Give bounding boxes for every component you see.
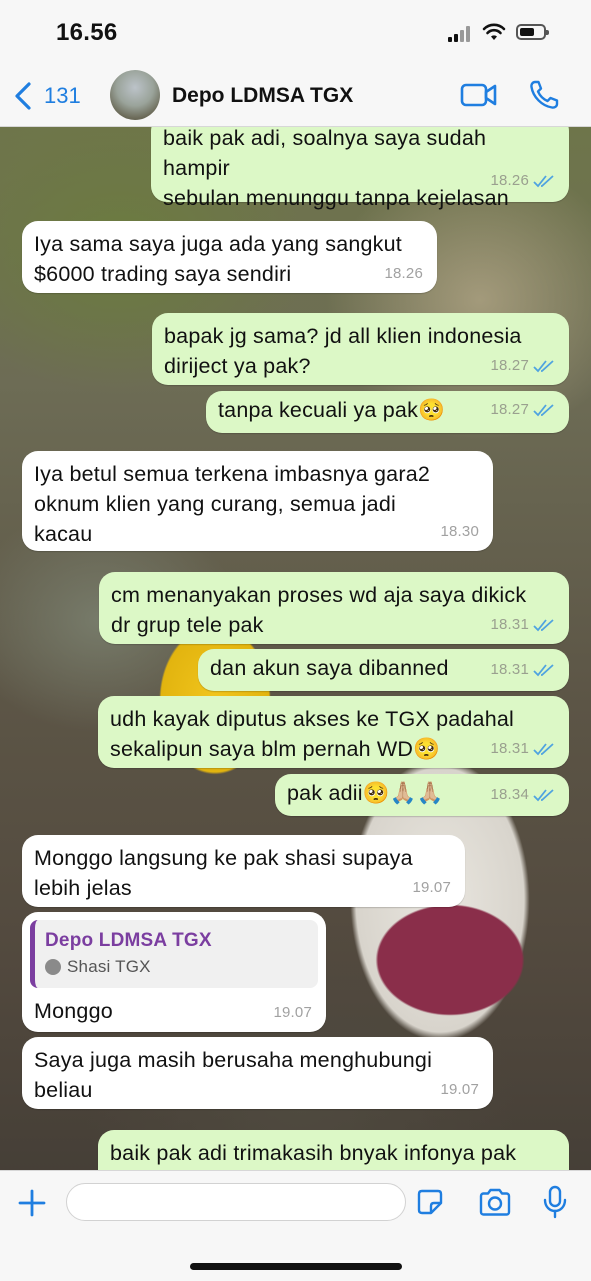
composer-bar — [0, 1170, 591, 1281]
chat-header: 131 Depo LDMSA TGX — [0, 68, 591, 127]
read-ticks-icon — [533, 175, 554, 188]
message-bubble-incoming[interactable]: Iya betul semua terkena imbasnya gara2 o… — [22, 451, 493, 551]
home-indicator — [190, 1263, 402, 1270]
message-bubble-outgoing[interactable]: tanpa kecuali ya pak🥺 18.27 — [206, 391, 569, 433]
message-bubble-incoming[interactable]: Monggo langsung ke pak shasi supaya lebi… — [22, 835, 465, 907]
read-ticks-icon — [533, 743, 554, 756]
message-time: 19.07 — [440, 1081, 479, 1098]
message-text: Iya betul semua terkena imbasnya gara2 o… — [34, 462, 431, 546]
message-bubble-incoming[interactable]: Saya juga masih berusaha menghubungi bel… — [22, 1037, 493, 1109]
group-avatar[interactable] — [110, 70, 160, 120]
message-time: 19.07 — [273, 1004, 312, 1021]
battery-icon — [516, 24, 549, 40]
message-bubble-outgoing[interactable]: bapak jg sama? jd all klien indonesia di… — [152, 313, 569, 385]
message-bubble-outgoing[interactable]: dan akun saya dibanned 18.31 — [198, 649, 569, 691]
message-list[interactable]: baik pak adi, soalnya saya sudah hampir … — [0, 127, 591, 1170]
quoted-author-name: Shasi TGX — [67, 957, 151, 976]
message-text: Monggo langsung ke pak shasi supaya lebi… — [34, 846, 413, 900]
message-time: 18.30 — [440, 523, 479, 540]
message-bubble-incoming[interactable]: Iya sama saya juga ada yang sangkut $600… — [22, 221, 437, 293]
wifi-icon — [482, 23, 506, 40]
message-time: 18.31 — [490, 616, 529, 633]
read-ticks-icon — [533, 619, 554, 632]
message-text: Saya juga masih berusaha menghubungi bel… — [34, 1048, 433, 1102]
message-text: baik pak adi trimakasih bnyak infonya pa… — [110, 1141, 517, 1165]
read-ticks-icon — [533, 789, 554, 802]
message-bubble-outgoing[interactable]: baik pak adi, soalnya saya sudah hampir … — [151, 127, 569, 210]
message-bubble-outgoing[interactable]: pak adii🥺🙏🏼🙏🏼 18.34 — [275, 774, 569, 816]
message-time: 18.26 — [384, 265, 423, 282]
attach-plus-button[interactable] — [16, 1187, 48, 1219]
unread-count: 131 — [44, 83, 81, 108]
message-bubble-outgoing[interactable]: cm menanyakan proses wd aja saya dikick … — [99, 572, 569, 644]
message-text: Monggo — [34, 999, 113, 1023]
quoted-sender: Depo LDMSA TGX — [45, 930, 212, 951]
voice-call-button[interactable] — [528, 79, 560, 111]
read-ticks-icon — [533, 664, 554, 677]
quoted-author: Shasi TGX — [45, 954, 308, 980]
message-bubble-incoming-reply[interactable]: Depo LDMSA TGX Shasi TGX Monggo 19.07 — [22, 912, 326, 1032]
message-time: 18.26 — [490, 172, 529, 189]
message-time: 18.31 — [490, 740, 529, 757]
message-time: 18.27 — [490, 401, 529, 418]
message-input[interactable] — [66, 1183, 406, 1221]
read-ticks-icon — [533, 404, 554, 417]
microphone-icon[interactable] — [542, 1185, 568, 1219]
sticker-icon[interactable] — [416, 1188, 444, 1216]
message-time: 19.07 — [412, 879, 451, 896]
read-ticks-icon — [533, 360, 554, 373]
person-icon — [45, 959, 61, 975]
chat-title[interactable]: Depo LDMSA TGX — [172, 84, 353, 108]
status-time: 16.56 — [56, 19, 118, 46]
quoted-message[interactable]: Depo LDMSA TGX Shasi TGX — [30, 920, 318, 988]
message-time: 18.34 — [490, 786, 529, 803]
chevron-left-icon — [15, 82, 31, 110]
back-button[interactable]: 131 — [14, 81, 81, 111]
message-time: 18.31 — [490, 661, 529, 678]
message-time: 18.27 — [490, 357, 529, 374]
message-bubble-outgoing[interactable]: udh kayak diputus akses ke TGX padahal s… — [98, 696, 569, 768]
cellular-signal-icon — [448, 26, 472, 42]
video-call-button[interactable] — [460, 80, 498, 110]
status-bar: 16.56 — [0, 0, 591, 68]
camera-icon[interactable] — [478, 1187, 512, 1217]
message-bubble-outgoing[interactable]: baik pak adi trimakasih bnyak infonya pa… — [98, 1130, 569, 1170]
message-text: Iya sama saya juga ada yang sangkut $600… — [34, 232, 402, 286]
